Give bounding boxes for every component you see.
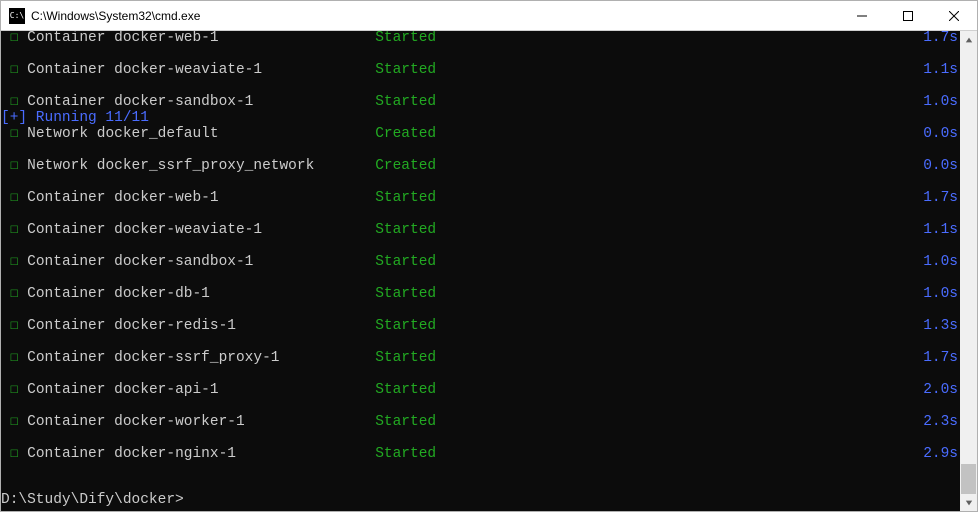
elapsed-time: 1.0s bbox=[923, 287, 958, 302]
status-text: Started bbox=[375, 254, 436, 270]
status-text: Created bbox=[375, 126, 436, 142]
terminal[interactable]: ☐ Container docker-web-1 Started 1.7s ☐ C… bbox=[1, 31, 960, 511]
cmd-window: C:\ C:\Windows\System32\cmd.exe ☐ Contai… bbox=[0, 0, 978, 512]
output-line: ☐ Container docker-web-1 Started 1.7s bbox=[1, 191, 960, 207]
elapsed-time: 1.0s bbox=[923, 95, 958, 110]
output-line: ☐ Container docker-weaviate-1 Started 1.1… bbox=[1, 223, 960, 239]
output-line: ☐ Container docker-api-1 Started 2.0s bbox=[1, 383, 960, 399]
prompt[interactable]: D:\Study\Dify\docker> bbox=[1, 493, 184, 508]
resource-name: Container docker-web-1 bbox=[27, 31, 375, 46]
check-icon: ☐ bbox=[1, 62, 27, 78]
status-text: Started bbox=[375, 350, 436, 366]
vertical-scrollbar[interactable] bbox=[960, 31, 977, 511]
window-title: C:\Windows\System32\cmd.exe bbox=[31, 9, 200, 23]
check-icon: ☐ bbox=[1, 31, 27, 46]
app-icon: C:\ bbox=[9, 8, 25, 24]
check-icon: ☐ bbox=[1, 318, 27, 334]
output-line: ☐ Container docker-sandbox-1 Started 1.0s bbox=[1, 95, 960, 111]
resource-name: Container docker-web-1 bbox=[27, 190, 375, 206]
scroll-thumb[interactable] bbox=[961, 464, 976, 494]
check-icon: ☐ bbox=[1, 350, 27, 366]
output-line: ☐ Container docker-db-1 Started 1.0s bbox=[1, 287, 960, 303]
output-line: ☐ Container docker-web-1 Started 1.7s bbox=[1, 31, 960, 47]
check-icon: ☐ bbox=[1, 94, 27, 110]
check-icon: ☐ bbox=[1, 190, 27, 206]
status-text: Started bbox=[375, 446, 436, 462]
scroll-up-button[interactable] bbox=[960, 31, 977, 48]
resource-name: Network docker_default bbox=[27, 126, 375, 142]
status-text: Started bbox=[375, 62, 436, 78]
status-text: Started bbox=[375, 286, 436, 302]
scroll-track[interactable] bbox=[960, 48, 977, 494]
check-icon: ☐ bbox=[1, 222, 27, 238]
status-text: Started bbox=[375, 382, 436, 398]
output-line: ☐ Container docker-worker-1 Started 2.3s bbox=[1, 415, 960, 431]
check-icon: ☐ bbox=[1, 126, 27, 142]
status-text: Started bbox=[375, 318, 436, 334]
elapsed-time: 2.0s bbox=[923, 383, 958, 398]
output-line: ☐ Network docker_default Created 0.0s bbox=[1, 127, 960, 143]
status-text: Started bbox=[375, 94, 436, 110]
elapsed-time: 1.1s bbox=[923, 223, 958, 238]
close-button[interactable] bbox=[931, 1, 977, 31]
resource-name: Container docker-weaviate-1 bbox=[27, 222, 375, 238]
status-text: Started bbox=[375, 222, 436, 238]
output-line: ☐ Network docker_ssrf_proxy_network Crea… bbox=[1, 159, 960, 175]
resource-name: Container docker-weaviate-1 bbox=[27, 62, 375, 78]
status-text: Started bbox=[375, 190, 436, 206]
status-text: Created bbox=[375, 158, 436, 174]
status-text: Started bbox=[375, 414, 436, 430]
elapsed-time: 1.1s bbox=[923, 63, 958, 78]
progress-line: [+] Running 11/11 bbox=[1, 111, 960, 127]
check-icon: ☐ bbox=[1, 254, 27, 270]
check-icon: ☐ bbox=[1, 446, 27, 462]
resource-name: Container docker-api-1 bbox=[27, 382, 375, 398]
resource-name: Container docker-worker-1 bbox=[27, 414, 375, 430]
resource-name: Container docker-sandbox-1 bbox=[27, 94, 375, 110]
resource-name: Container docker-ssrf_proxy-1 bbox=[27, 350, 375, 366]
output-line: ☐ Container docker-ssrf_proxy-1 Started 1… bbox=[1, 351, 960, 367]
client-area: ☐ Container docker-web-1 Started 1.7s ☐ C… bbox=[1, 31, 977, 511]
maximize-button[interactable] bbox=[885, 1, 931, 31]
elapsed-time: 1.3s bbox=[923, 319, 958, 334]
elapsed-time: 1.7s bbox=[923, 31, 958, 46]
output-line: ☐ Container docker-sandbox-1 Started 1.0s bbox=[1, 255, 960, 271]
resource-name: Container docker-nginx-1 bbox=[27, 446, 375, 462]
elapsed-time: 0.0s bbox=[923, 159, 958, 174]
output-line: ☐ Container docker-weaviate-1 Started 1.1… bbox=[1, 63, 960, 79]
resource-name: Container docker-redis-1 bbox=[27, 318, 375, 334]
check-icon: ☐ bbox=[1, 286, 27, 302]
elapsed-time: 2.9s bbox=[923, 447, 958, 462]
check-icon: ☐ bbox=[1, 382, 27, 398]
resource-name: Container docker-sandbox-1 bbox=[27, 254, 375, 270]
status-text: Started bbox=[375, 31, 436, 46]
check-icon: ☐ bbox=[1, 158, 27, 174]
elapsed-time: 1.7s bbox=[923, 191, 958, 206]
resource-name: Network docker_ssrf_proxy_network bbox=[27, 158, 375, 174]
app-icon-glyph: C:\ bbox=[10, 12, 24, 20]
elapsed-time: 1.7s bbox=[923, 351, 958, 366]
elapsed-time: 1.0s bbox=[923, 255, 958, 270]
scroll-down-button[interactable] bbox=[960, 494, 977, 511]
output-line: ☐ Container docker-redis-1 Started 1.3s bbox=[1, 319, 960, 335]
output-line: ☐ Container docker-nginx-1 Started 2.9s bbox=[1, 447, 960, 463]
titlebar[interactable]: C:\ C:\Windows\System32\cmd.exe bbox=[1, 1, 977, 31]
elapsed-time: 0.0s bbox=[923, 127, 958, 142]
elapsed-time: 2.3s bbox=[923, 415, 958, 430]
check-icon: ☐ bbox=[1, 414, 27, 430]
resource-name: Container docker-db-1 bbox=[27, 286, 375, 302]
minimize-button[interactable] bbox=[839, 1, 885, 31]
